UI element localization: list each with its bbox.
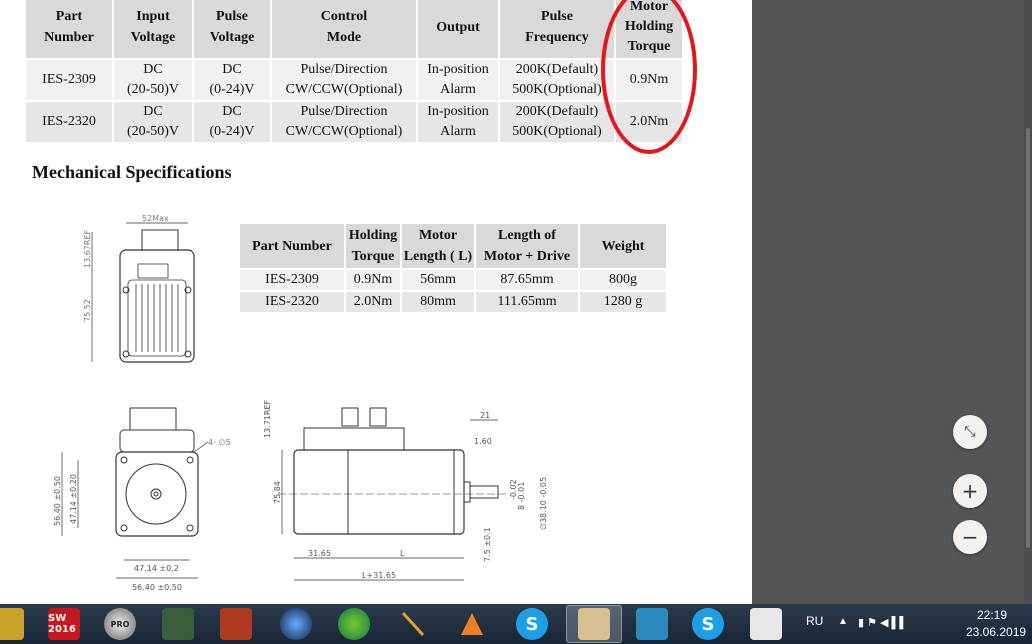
cell-control-mode: Pulse/Direction CW/CCW(Optional): [272, 102, 416, 142]
zoom-out-button[interactable]: −: [953, 520, 987, 554]
tray-expand-icon[interactable]: ▲: [838, 616, 848, 627]
chrome-like-icon[interactable]: [338, 608, 370, 640]
side-view-drawing: 13.71REF 75.84 21 1.60 8 -0.01 -0.02 ∅38…: [258, 390, 558, 596]
skype-icon-2[interactable]: S: [692, 608, 724, 640]
scrollbar-thumb[interactable]: [1026, 128, 1030, 548]
dim-ref: 13.67REF: [83, 229, 92, 268]
keyshot-icon[interactable]: PRO: [104, 608, 136, 640]
mechanical-spec-table: Part Number Holding Torque Motor Length ( …: [238, 222, 668, 314]
cell-input-voltage: DC (20-50)V: [114, 102, 192, 142]
cinema4d-icon[interactable]: [280, 608, 312, 640]
monitor-app-icon[interactable]: [162, 608, 194, 640]
cell-pulse-voltage: DC (0-24)V: [194, 102, 270, 142]
header-control-mode: Control Mode: [272, 0, 416, 58]
document-reader-icon[interactable]: [578, 608, 610, 640]
header-holding-torque: Holding Torque: [346, 224, 400, 268]
electrical-spec-table: Part Number Input Voltage Pulse Voltage Con…: [24, 0, 684, 144]
table-row: IES-2309 0.9Nm 56mm 87.65mm 800g: [240, 270, 666, 290]
cell-part: IES-2320: [240, 292, 344, 312]
language-indicator[interactable]: RU: [806, 614, 823, 628]
dim-flange: ∅38.10 -0.05: [539, 477, 548, 530]
clock-time[interactable]: 22:19: [977, 608, 1007, 622]
top-view-drawing: 52Max 75.52 13.67REF: [80, 212, 210, 370]
header-total-length: Length of Motor + Drive: [476, 224, 578, 268]
document-page: Part Number Input Voltage Pulse Voltage Con…: [0, 0, 752, 604]
cell-total-length: 87.65mm: [476, 270, 578, 290]
folder-icon[interactable]: [0, 608, 24, 640]
dim-holes: 4- ∅5: [208, 438, 231, 447]
skype-icon[interactable]: S: [516, 608, 548, 640]
blue-app-icon[interactable]: [636, 608, 668, 640]
cell-pulse-voltage: DC (0-24)V: [194, 60, 270, 100]
zoom-in-button[interactable]: +: [953, 474, 987, 508]
orange-app-icon[interactable]: [456, 608, 488, 640]
fit-page-button[interactable]: ⤡: [953, 415, 987, 449]
header-output: Output: [418, 0, 498, 58]
dim-shaft-tol: -0.02: [509, 479, 518, 500]
pen-tool-icon[interactable]: [396, 608, 428, 640]
dim-L: L: [400, 549, 405, 558]
dim-160: 1.60: [474, 437, 492, 446]
cell-output: In-position Alarm: [418, 60, 498, 100]
cell-input-voltage: DC (20-50)V: [114, 60, 192, 100]
solidworks-icon[interactable]: SW 2016: [48, 608, 80, 640]
table-row: IES-2320 DC (20-50)V DC (0-24)V Pulse/Dire…: [26, 102, 682, 142]
cell-part: IES-2309: [26, 60, 112, 100]
dim-w2: 56.40 ±0.50: [132, 583, 182, 592]
cell-frequency: 200K(Default) 500K(Optional): [500, 60, 614, 100]
dim-h1: 56.40 ±0.50: [53, 476, 62, 526]
header-pulse-frequency: Pulse Frequency: [500, 0, 614, 58]
cell-frequency: 200K(Default) 500K(Optional): [500, 102, 614, 142]
cell-torque: 2.0Nm: [346, 292, 400, 312]
dim-width: 52Max: [142, 214, 169, 223]
dim-height: 75.84: [273, 481, 282, 504]
table-row: IES-2309 DC (20-50)V DC (0-24)V Pulse/Dire…: [26, 60, 682, 100]
dim-h2: 47.14 ±0.20: [69, 474, 78, 524]
header-part-number: Part Number: [240, 224, 344, 268]
header-weight: Weight: [580, 224, 666, 268]
header-motor-length: Motor Length ( L): [402, 224, 474, 268]
dim-31: 31.65: [308, 549, 331, 558]
header-pulse-voltage: Pulse Voltage: [194, 0, 270, 58]
clock-date[interactable]: 23.06.2019: [966, 625, 1026, 639]
cell-length: 80mm: [402, 292, 474, 312]
tray-app-icons[interactable]: ▮ ⚑ ◀ ▌▌: [858, 616, 907, 629]
front-view-drawing: 4- ∅5 56.40 ±0.50 47.14 ±0.20 47.14 ±0.2…: [50, 390, 240, 596]
dim-ref: 13.71REF: [263, 399, 272, 438]
table-header-row: Part Number Input Voltage Pulse Voltage Con…: [26, 0, 682, 58]
dim-75: 7.5 ±0.1: [483, 527, 492, 562]
section-title: Mechanical Specifications: [32, 162, 232, 182]
paint-app-icon[interactable]: [220, 608, 252, 640]
dim-height: 75.52: [83, 299, 92, 322]
windows-taskbar: SW 2016 PRO S S RU ▲ ▮ ⚑ ◀ ▌▌ 22:19 23.0…: [0, 604, 1032, 644]
cell-control-mode: Pulse/Direction CW/CCW(Optional): [272, 60, 416, 100]
dim-shaft: 8 -0.01: [517, 482, 526, 510]
dim-w1: 47.14 ±0.2: [134, 564, 179, 573]
header-part-number: Part Number: [26, 0, 112, 58]
cell-total-length: 111.65mm: [476, 292, 578, 312]
dim-21: 21: [480, 411, 490, 420]
notepad-icon[interactable]: [750, 608, 782, 640]
header-input-voltage: Input Voltage: [114, 0, 192, 58]
table-row: IES-2320 2.0Nm 80mm 111.65mm 1280 g: [240, 292, 666, 312]
cell-weight: 800g: [580, 270, 666, 290]
table-header-row: Part Number Holding Torque Motor Length ( …: [240, 224, 666, 268]
cell-weight: 1280 g: [580, 292, 666, 312]
cell-length: 56mm: [402, 270, 474, 290]
dim-total: L+31.65: [362, 571, 396, 580]
cell-output: In-position Alarm: [418, 102, 498, 142]
cell-torque: 0.9Nm: [346, 270, 400, 290]
cell-part: IES-2309: [240, 270, 344, 290]
cell-part: IES-2320: [26, 102, 112, 142]
